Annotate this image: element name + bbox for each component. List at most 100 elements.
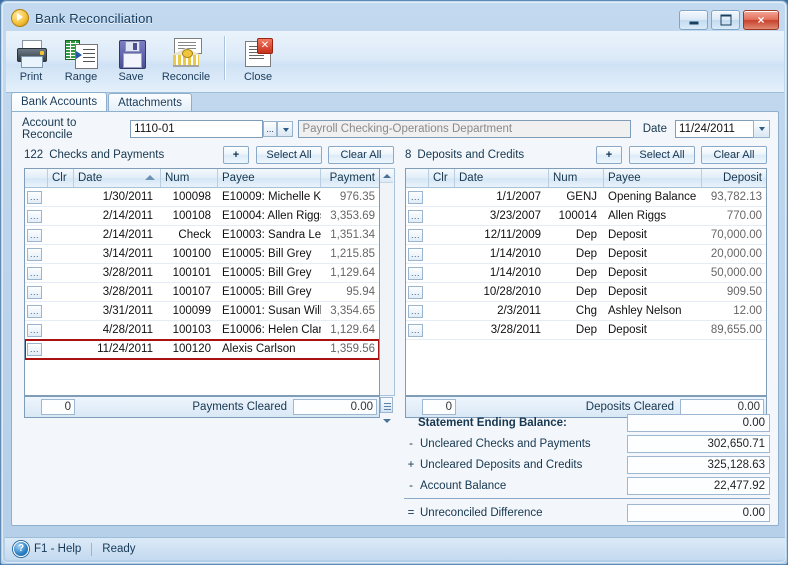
row-clr-cell[interactable] — [429, 283, 455, 301]
table-row[interactable]: ... 4/28/2011 100103 E10006: Helen Clark 1,1… — [25, 321, 379, 340]
checks-and-payments-grid[interactable]: Clr Date Num Payee Payment ... 1/30/2011 1… — [24, 168, 380, 396]
row-clr-cell[interactable] — [48, 207, 74, 225]
save-button[interactable]: Save — [106, 34, 156, 83]
row-ellipsis-button[interactable]: ... — [27, 229, 42, 242]
maximize-button[interactable] — [711, 10, 740, 30]
row-menu-cell[interactable]: ... — [406, 188, 429, 206]
row-ellipsis-button[interactable]: ... — [27, 248, 42, 261]
table-row[interactable]: ... 2/14/2011 100108 E10004: Allen Riggs 3,3… — [25, 207, 379, 226]
row-menu-cell[interactable]: ... — [25, 226, 48, 244]
table-row[interactable]: ... 3/28/2011 100101 E10005: Bill Grey 1,129… — [25, 264, 379, 283]
print-button[interactable]: Print — [6, 34, 56, 83]
row-clr-cell[interactable] — [429, 264, 455, 282]
row-clr-cell[interactable] — [429, 302, 455, 320]
minimize-button[interactable] — [679, 10, 708, 30]
row-ellipsis-button[interactable]: ... — [408, 191, 423, 204]
row-clr-cell[interactable] — [48, 321, 74, 339]
row-menu-cell[interactable]: ... — [25, 245, 48, 263]
deposits-select-all-button[interactable]: Select All — [629, 146, 695, 164]
row-menu-cell[interactable]: ... — [25, 283, 48, 301]
row-ellipsis-button[interactable]: ... — [27, 286, 42, 299]
row-ellipsis-button[interactable]: ... — [27, 267, 42, 280]
col-clr-header[interactable]: Clr — [48, 169, 74, 187]
table-row[interactable]: ... 3/28/2011 Dep Deposit 89,655.00 — [406, 321, 766, 340]
table-row[interactable]: ... 11/24/2011 100120 Alexis Carlson 1,359.5… — [25, 339, 379, 360]
row-clr-cell[interactable] — [48, 302, 74, 320]
tab-attachments[interactable]: Attachments — [108, 93, 192, 112]
deposits-and-credits-grid[interactable]: Clr Date Num Payee Deposit ... 1/1/2007 GE… — [405, 168, 767, 396]
row-menu-cell[interactable]: ... — [25, 321, 48, 339]
row-clr-cell[interactable] — [429, 207, 455, 225]
row-ellipsis-button[interactable]: ... — [408, 305, 423, 318]
row-menu-cell[interactable]: ... — [406, 226, 429, 244]
row-clr-cell[interactable] — [48, 188, 74, 206]
row-menu-cell[interactable]: ... — [25, 207, 48, 225]
col-clr-header-right[interactable]: Clr — [429, 169, 455, 187]
row-menu-cell[interactable]: ... — [406, 283, 429, 301]
account-number-input[interactable]: 1110-01 — [130, 120, 263, 138]
row-ellipsis-button[interactable]: ... — [27, 343, 42, 356]
scroll-up-arrow-icon[interactable] — [380, 169, 393, 183]
tab-bank-accounts[interactable]: Bank Accounts — [11, 92, 108, 112]
row-ellipsis-button[interactable]: ... — [408, 267, 423, 280]
table-row[interactable]: ... 2/14/2011 Check E10003: Sandra Lewis 1,3… — [25, 226, 379, 245]
table-row[interactable]: ... 3/31/2011 100099 E10001: Susan William 3… — [25, 302, 379, 321]
row-clr-cell[interactable] — [429, 245, 455, 263]
range-button[interactable]: Range — [56, 34, 106, 83]
row-menu-cell[interactable]: ... — [25, 340, 48, 358]
help-text[interactable]: F1 - Help — [34, 543, 81, 555]
close-window-button[interactable]: × — [743, 10, 779, 30]
deposits-clear-all-button[interactable]: Clear All — [701, 146, 767, 164]
table-row[interactable]: ... 12/11/2009 Dep Deposit 70,000.00 — [406, 226, 766, 245]
scroll-thumb[interactable] — [380, 397, 393, 413]
row-clr-cell[interactable] — [48, 283, 74, 301]
checks-grid-scrollbar[interactable] — [380, 168, 395, 396]
table-row[interactable]: ... 3/23/2007 100014 Allen Riggs 770.00 — [406, 207, 766, 226]
question-mark-icon[interactable]: ? — [13, 541, 29, 557]
row-clr-cell[interactable] — [429, 226, 455, 244]
table-row[interactable]: ... 1/14/2010 Dep Deposit 50,000.00 — [406, 264, 766, 283]
col-payment-header[interactable]: Payment — [321, 169, 379, 187]
col-payee-header[interactable]: Payee — [218, 169, 321, 187]
table-row[interactable]: ... 10/28/2010 Dep Deposit 909.50 — [406, 283, 766, 302]
row-menu-cell[interactable]: ... — [406, 321, 429, 339]
row-menu-cell[interactable]: ... — [25, 264, 48, 282]
account-lookup-button[interactable]: ... — [262, 121, 278, 137]
col-num-header[interactable]: Num — [161, 169, 218, 187]
row-ellipsis-button[interactable]: ... — [408, 286, 423, 299]
checks-scroll-bottom[interactable] — [380, 396, 395, 423]
col-payee-header-right[interactable]: Payee — [604, 169, 702, 187]
checks-clear-all-button[interactable]: Clear All — [328, 146, 394, 164]
row-menu-cell[interactable]: ... — [406, 245, 429, 263]
row-clr-cell[interactable] — [48, 245, 74, 263]
row-ellipsis-button[interactable]: ... — [27, 324, 42, 337]
row-ellipsis-button[interactable]: ... — [27, 191, 42, 204]
scroll-down-arrow-icon[interactable] — [380, 415, 393, 428]
close-button[interactable]: ✕ Close — [233, 34, 283, 83]
row-clr-cell[interactable] — [48, 226, 74, 244]
table-row[interactable]: ... 1/1/2007 GENJ Opening Balance 93,782.13 — [406, 188, 766, 207]
row-ellipsis-button[interactable]: ... — [27, 305, 42, 318]
row-menu-cell[interactable]: ... — [25, 302, 48, 320]
table-row[interactable]: ... 3/14/2011 100100 E10005: Bill Grey 1,215… — [25, 245, 379, 264]
table-row[interactable]: ... 2/3/2011 Chg Ashley Nelson 12.00 — [406, 302, 766, 321]
row-clr-cell[interactable] — [48, 264, 74, 282]
row-ellipsis-button[interactable]: ... — [408, 324, 423, 337]
row-clr-cell[interactable] — [429, 321, 455, 339]
row-clr-cell[interactable] — [429, 188, 455, 206]
date-input[interactable]: 11/24/2011 — [675, 120, 771, 138]
deposits-add-button[interactable]: + — [596, 146, 622, 164]
row-menu-cell[interactable]: ... — [25, 188, 48, 206]
row-menu-cell[interactable]: ... — [406, 264, 429, 282]
row-menu-cell[interactable]: ... — [406, 207, 429, 225]
row-ellipsis-button[interactable]: ... — [408, 229, 423, 242]
row-clr-cell[interactable] — [48, 340, 74, 358]
col-date-header-right[interactable]: Date — [455, 169, 549, 187]
checks-select-all-button[interactable]: Select All — [256, 146, 322, 164]
table-row[interactable]: ... 1/14/2010 Dep Deposit 20,000.00 — [406, 245, 766, 264]
row-ellipsis-button[interactable]: ... — [27, 210, 42, 223]
col-deposit-header[interactable]: Deposit — [702, 169, 766, 187]
account-dropdown-button[interactable] — [277, 121, 294, 137]
col-date-header[interactable]: Date — [74, 169, 161, 187]
reconcile-button[interactable]: Reconcile — [156, 34, 216, 83]
